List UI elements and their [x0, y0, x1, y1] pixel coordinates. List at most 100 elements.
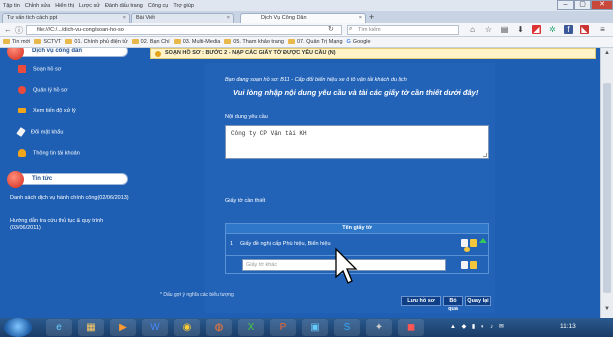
- arrow-up-icon[interactable]: [479, 238, 487, 243]
- upload-icon[interactable]: [470, 239, 477, 247]
- bullet-ball-icon: [7, 48, 24, 60]
- chrome-icon[interactable]: ◉: [174, 319, 200, 336]
- folder-icon: [173, 39, 181, 45]
- bookmark-item[interactable]: 01. Chính phủ điện tử: [65, 39, 128, 45]
- scroll-down-icon[interactable]: ▼: [604, 306, 610, 312]
- main-content: SOẠN HỒ SƠ : BƯỚC 2 - NẠP CÁC GIẤY TỜ ĐƯ…: [140, 48, 600, 318]
- search-icon: ⌕: [349, 26, 353, 32]
- upload-icon[interactable]: [470, 261, 477, 269]
- tab-1[interactable]: Tư vấn tích cách ppt ×: [2, 13, 130, 23]
- breadcrumb-text: SOẠN HỒ SƠ : BƯỚC 2 - NẠP CÁC GIẤY TỜ ĐƯ…: [165, 50, 336, 56]
- reload-icon[interactable]: ↻: [328, 25, 334, 33]
- tab-2-label: Bài Viết: [136, 15, 155, 21]
- resize-grip-icon[interactable]: [483, 153, 487, 157]
- document-icon: [18, 65, 26, 73]
- folder-icon: [34, 39, 42, 45]
- vertical-scrollbar[interactable]: ▲ ▼: [600, 48, 613, 318]
- menu-file[interactable]: Tập tin: [3, 3, 20, 9]
- folder-icon: [65, 39, 73, 45]
- menu-bookmarks[interactable]: Đánh dấu trang: [105, 3, 143, 9]
- facebook-icon[interactable]: f: [564, 25, 573, 34]
- close-icon[interactable]: ×: [227, 14, 230, 23]
- tab-2[interactable]: Bài Viết ×: [131, 13, 234, 23]
- info-icon[interactable]: ⓘ: [15, 25, 23, 36]
- breadcrumb: SOẠN HỒ SƠ : BƯỚC 2 - NẠP CÁC GIẤY TỜ ĐƯ…: [150, 48, 596, 59]
- menu-tools[interactable]: Công cụ: [148, 3, 169, 9]
- close-icon[interactable]: ×: [123, 14, 126, 23]
- bookmark-item[interactable]: 03. Multi-Media: [173, 39, 220, 45]
- star-icon[interactable]: ☆: [484, 25, 493, 34]
- news-item[interactable]: Hướng dẫn tra cứu thủ tục & quy trình (0…: [10, 218, 135, 232]
- bookmarks-bar: Tin mới SCTVT 01. Chính phủ điện tử 02. …: [0, 37, 613, 48]
- sidebar-item-progress[interactable]: Xem tiến độ xử lý: [18, 107, 76, 115]
- search-input[interactable]: Tìm kiếm: [347, 25, 459, 35]
- firefox-icon[interactable]: ◍: [206, 319, 232, 336]
- bookmark-item[interactable]: G Google: [347, 39, 371, 45]
- tab-3[interactable]: Dịch Vụ Công Dân ×: [240, 13, 366, 23]
- home-icon[interactable]: ⌂: [468, 25, 477, 34]
- sidebar-item-compose[interactable]: Soạn hồ sơ: [18, 65, 61, 73]
- tab-bar: Tư vấn tích cách ppt × Bài Viết × Dịch Vụ …: [0, 11, 613, 23]
- tray-icons[interactable]: ▲ ◆ ▮ ◐ ♪ ✉: [450, 323, 506, 330]
- scroll-up-icon[interactable]: ▲: [604, 50, 610, 56]
- photo-icon[interactable]: ▣: [302, 319, 328, 336]
- excel-icon[interactable]: X: [238, 319, 264, 336]
- url-input[interactable]: file:///C:/.../dich-vu-cong/soan-ho-so: [26, 25, 342, 35]
- sidebar-item-password[interactable]: Đổi mật khẩu: [16, 127, 63, 137]
- tool-icon[interactable]: ✦: [366, 319, 392, 336]
- close-window-button[interactable]: ✕: [591, 0, 613, 10]
- bookmark-item[interactable]: 05. Tham khảo trang: [224, 39, 284, 45]
- scrollbar-thumb[interactable]: [603, 83, 611, 293]
- menu-help[interactable]: Trợ giúp: [173, 3, 194, 9]
- skype-icon[interactable]: S: [334, 319, 360, 336]
- start-button[interactable]: [4, 318, 32, 337]
- docs-label: Giấy tờ cần thiết: [225, 198, 266, 204]
- word-icon[interactable]: W: [142, 319, 168, 336]
- ie-icon[interactable]: e: [46, 319, 72, 336]
- addon-icon[interactable]: ◣: [580, 25, 589, 34]
- explorer-icon[interactable]: ▦: [78, 319, 104, 336]
- save-button[interactable]: Lưu hồ sơ: [401, 296, 441, 306]
- bookmark-item[interactable]: Tin mới: [3, 39, 30, 45]
- bookmark-item[interactable]: 02. Bạn Chí: [131, 39, 170, 45]
- new-tab-icon[interactable]: +: [369, 12, 374, 22]
- puzzle-icon[interactable]: ✲: [548, 25, 557, 34]
- back-arrow-icon[interactable]: ←: [4, 25, 12, 34]
- sidebar: Dịch vụ công dân Soạn hồ sơ Quản lý hồ s…: [0, 48, 140, 318]
- menu-history[interactable]: Lược sử: [79, 3, 100, 9]
- clipboard-icon[interactable]: ▤: [500, 25, 509, 34]
- menu-edit[interactable]: Chỉnh sửa: [25, 3, 50, 9]
- skip-button[interactable]: Bỏ qua: [443, 296, 463, 312]
- news-item[interactable]: Danh sách dịch vụ hành chính công(02/06/…: [10, 195, 135, 202]
- bookmark-item[interactable]: 07. Quản Trị Mạng: [287, 39, 343, 45]
- mouse-cursor-icon: [335, 247, 358, 284]
- close-icon[interactable]: ×: [359, 14, 362, 23]
- form-panel: Bạn đang soạn hồ sơ: B11 - Cấp đổi biển …: [205, 63, 495, 313]
- video-icon[interactable]: ◼: [398, 319, 424, 336]
- clock[interactable]: 11:13: [560, 323, 576, 330]
- request-content-textarea[interactable]: Công ty CP Vận tải KH: [225, 125, 489, 159]
- back-button[interactable]: Quay lại: [465, 296, 491, 306]
- menu-view[interactable]: Hiển thị: [55, 3, 74, 9]
- menu-icon[interactable]: ≡: [598, 25, 607, 34]
- menu-bar: Tập tin Chỉnh sửa Hiển thị Lược sử Đánh …: [0, 0, 613, 11]
- maximize-button[interactable]: ▢: [574, 0, 591, 10]
- sidebar-section-title: Dịch vụ công dân: [32, 48, 83, 54]
- sidebar-item-account[interactable]: Thông tin tài khoản: [18, 149, 80, 157]
- attach-icon[interactable]: [461, 239, 468, 247]
- progress-icon: [18, 108, 26, 114]
- bullet-icon: [155, 51, 161, 57]
- attach-icon[interactable]: [461, 261, 468, 269]
- powerpoint-icon[interactable]: P: [270, 319, 296, 336]
- folder-icon: [131, 39, 139, 45]
- download-icon[interactable]: ⬇: [516, 25, 525, 34]
- sidebar-item-manage[interactable]: Quản lý hồ sơ: [18, 86, 68, 94]
- legend-footnote: * Dấu gợi ý nghĩa các biểu tượng: [160, 292, 234, 298]
- minimize-button[interactable]: –: [557, 0, 574, 10]
- extension-icon[interactable]: ◢: [532, 25, 541, 34]
- google-icon: G: [346, 39, 351, 45]
- folder-icon: [224, 39, 232, 45]
- media-icon[interactable]: ▶: [110, 319, 136, 336]
- bookmark-item[interactable]: SCTVT: [34, 39, 61, 45]
- tab-1-label: Tư vấn tích cách ppt: [7, 15, 58, 21]
